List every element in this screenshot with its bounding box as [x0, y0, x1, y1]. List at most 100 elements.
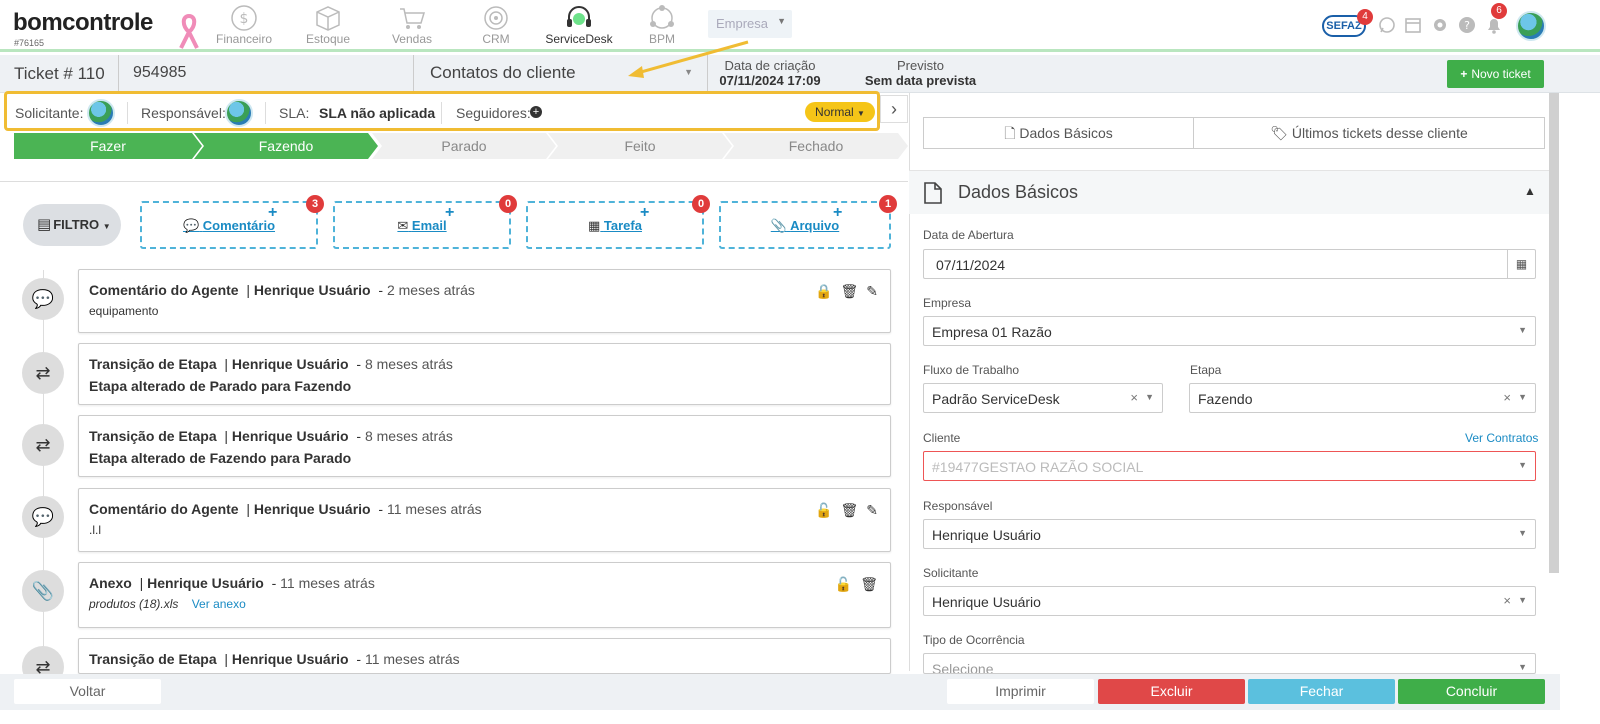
excluir-button[interactable]: Excluir — [1098, 679, 1245, 704]
solicitante-select[interactable]: Henrique Usuário × ▼ — [923, 586, 1536, 616]
clear-icon[interactable]: × — [1503, 593, 1511, 608]
solicitante-value: Henrique Usuário — [932, 594, 1041, 610]
count-badge: 1 — [879, 195, 897, 213]
calendar-icon[interactable]: ▦ — [1507, 250, 1535, 278]
user-avatar[interactable] — [1516, 11, 1546, 41]
trash-icon[interactable]: 🗑 — [840, 502, 858, 518]
count-badge: 0 — [499, 195, 517, 213]
svg-text:?: ? — [1464, 19, 1470, 32]
stage-fazendo[interactable]: Fazendo — [194, 133, 378, 159]
transfer-icon: ⇄ — [22, 352, 64, 394]
chevron-down-icon: ▼ — [1518, 528, 1527, 538]
empresa-select[interactable]: Empresa 01 Razão ▼ — [923, 316, 1536, 346]
ver-contratos-link[interactable]: Ver Contratos — [1465, 431, 1538, 445]
add-email-button[interactable]: ✉ Email + 0 — [333, 195, 517, 249]
unlock-icon[interactable]: 🔓 — [835, 576, 852, 592]
nav-label: ServiceDesk — [545, 32, 613, 46]
etapa-select[interactable]: Fazendo × ▼ — [1189, 383, 1536, 413]
chevron-down-icon: ▼ — [1518, 325, 1527, 335]
calendar-icon[interactable] — [1403, 15, 1423, 35]
fechar-button[interactable]: Fechar — [1248, 679, 1395, 704]
trash-icon[interactable]: 🗑 — [840, 283, 858, 299]
gear-icon[interactable] — [1430, 15, 1450, 35]
item-time: 11 meses atrás — [364, 651, 460, 667]
concluir-button[interactable]: Concluir — [1398, 679, 1545, 704]
stage-fechado[interactable]: Fechado — [724, 133, 908, 159]
fluxo-select[interactable]: Padrão ServiceDesk × ▼ — [923, 383, 1163, 413]
solicitante-avatar[interactable] — [87, 99, 115, 127]
item-type: Transição de Etapa — [89, 428, 217, 444]
target-icon — [484, 6, 508, 30]
empresa-select[interactable]: Empresa ▼ — [708, 10, 792, 38]
responsavel-avatar[interactable] — [225, 99, 253, 127]
item-time: 11 meses atrás — [386, 501, 482, 517]
nav-vendas[interactable]: Vendas — [382, 4, 442, 48]
item-time: 2 meses atrás — [386, 282, 475, 298]
add-follower-icon[interactable]: + — [530, 106, 542, 118]
empresa-select-value: Empresa — [716, 16, 769, 31]
sefaz-label: SEFAZ — [1326, 20, 1362, 32]
lock-icon[interactable]: 🔒 — [815, 283, 832, 299]
stage-fazer[interactable]: Fazer — [14, 133, 202, 159]
headset-icon — [567, 6, 591, 27]
add-file-button[interactable]: 📎 Arquivo + 1 — [719, 195, 897, 249]
ticket-number: 954985 — [133, 64, 187, 81]
item-type: Comentário do Agente — [89, 282, 239, 298]
cliente-select[interactable]: #19477GESTAO RAZÃO SOCIAL ▼ — [923, 451, 1536, 481]
calendar-plus-icon: ▦ — [588, 218, 601, 233]
chevron-down-icon: ▼ — [1145, 392, 1154, 402]
scrollbar[interactable] — [1549, 93, 1559, 573]
pink-ribbon-icon — [179, 13, 199, 49]
timeline-item: Comentário do Agente | Henrique Usuário … — [78, 488, 891, 552]
action-label: Arquivo — [790, 218, 840, 233]
clear-icon[interactable]: × — [1503, 390, 1511, 405]
tab-dados-basicos[interactable]: 🗋 Dados Básicos — [924, 118, 1194, 148]
imprimir-button[interactable]: Imprimir — [947, 679, 1094, 704]
logo[interactable]: bomcontrole — [13, 9, 153, 37]
trash-icon[interactable]: 🗑 — [860, 576, 878, 592]
unlock-icon[interactable]: 🔓 — [815, 502, 832, 518]
divider — [127, 102, 128, 124]
collapse-panel-button[interactable]: › — [880, 95, 908, 123]
caret-down-icon: ▼ — [102, 222, 111, 231]
timeline-item: Transição de Etapa | Henrique Usuário - … — [78, 415, 891, 477]
paperclip-icon: 📎 — [770, 218, 787, 233]
action-label: Comentário — [202, 218, 276, 233]
stage-parado[interactable]: Parado — [372, 133, 556, 159]
data-abertura-input[interactable]: 07/11/2024 ▦ — [923, 249, 1536, 279]
item-type: Transição de Etapa — [89, 356, 217, 372]
timeline-item: Anexo | Henrique Usuário - 11 meses atrá… — [78, 562, 891, 628]
add-comment-button[interactable]: 💬 Comentário + 3 — [140, 195, 324, 249]
nav-crm[interactable]: CRM — [466, 4, 526, 48]
view-attachment-link[interactable]: Ver anexo — [192, 597, 246, 611]
edit-icon[interactable]: ✎ — [866, 502, 878, 518]
ocorrencia-select[interactable]: Selecione ▼ — [923, 653, 1536, 674]
clear-icon[interactable]: × — [1130, 390, 1138, 405]
box-icon — [316, 6, 340, 31]
responsavel-select[interactable]: Henrique Usuário ▼ — [923, 519, 1536, 549]
edit-icon[interactable]: ✎ — [866, 283, 878, 299]
nav-financeiro[interactable]: $ Financeiro — [214, 4, 274, 48]
new-ticket-button[interactable]: + Novo ticket — [1447, 60, 1544, 88]
nav-servicedesk[interactable]: ServiceDesk — [544, 4, 614, 48]
ticket-header: Ticket # 110 954985 Contatos do cliente … — [0, 55, 1600, 93]
etapa-value: Fazendo — [1198, 391, 1253, 407]
ticket-number-field[interactable]: 954985 — [118, 55, 412, 93]
tag-icon: 🏷 — [1270, 125, 1289, 141]
count-badge: 0 — [692, 195, 710, 213]
prevision-label: Previsto — [897, 58, 944, 73]
help-icon[interactable]: ? — [1457, 15, 1477, 35]
chevron-up-icon[interactable]: ▲ — [1524, 184, 1536, 198]
nav-estoque[interactable]: Estoque — [298, 4, 358, 48]
stage-feito[interactable]: Feito — [548, 133, 732, 159]
whatsapp-icon[interactable] — [1377, 15, 1397, 35]
plus-icon: + — [833, 204, 843, 221]
timeline-item: Transição de Etapa | Henrique Usuário - … — [78, 638, 891, 674]
add-task-button[interactable]: ▦ Tarefa + 0 — [526, 195, 710, 249]
tab-ultimos-tickets[interactable]: 🏷 Últimos tickets desse cliente — [1194, 118, 1544, 148]
voltar-button[interactable]: Voltar — [14, 679, 161, 704]
priority-dropdown[interactable]: Normal ▼ — [805, 102, 875, 122]
data-abertura-label: Data de Abertura — [923, 228, 1014, 242]
item-time: 11 meses atrás — [280, 575, 375, 591]
filter-button[interactable]: ▤ FILTRO ▼ — [23, 204, 121, 246]
